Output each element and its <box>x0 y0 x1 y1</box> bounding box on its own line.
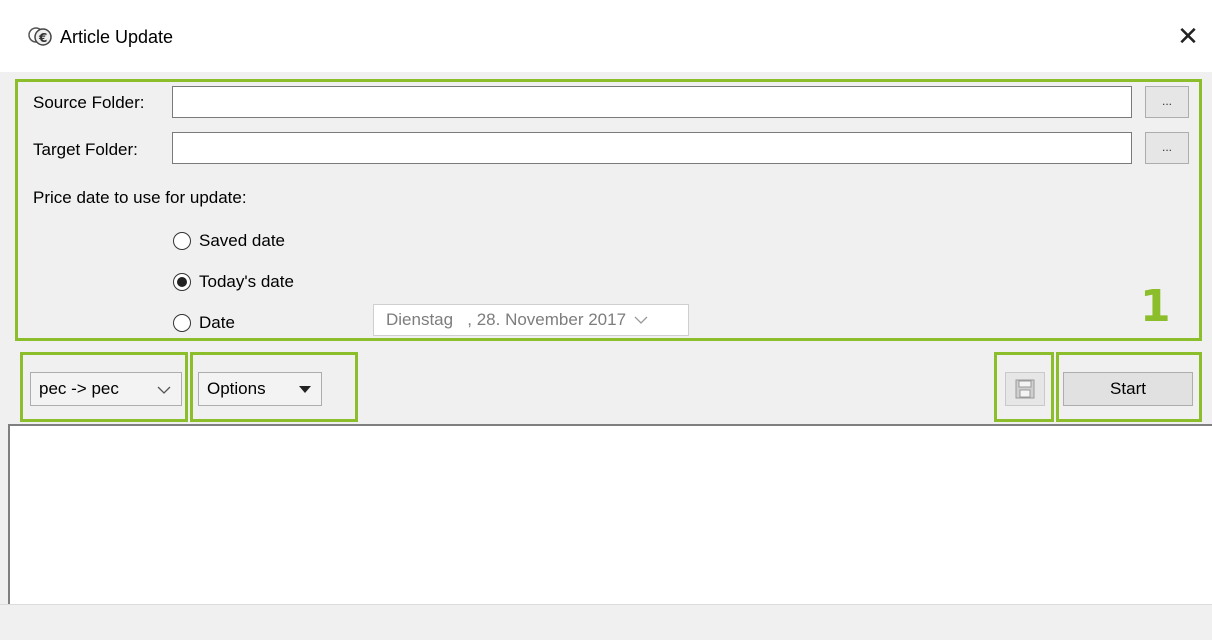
caret-down-icon <box>299 379 311 399</box>
save-button[interactable] <box>1005 372 1045 406</box>
options-label: Options <box>207 379 266 398</box>
radio-todays-date[interactable]: Today's date <box>173 272 294 292</box>
log-output-area[interactable] <box>8 424 1212 604</box>
source-browse-button[interactable]: ... <box>1145 86 1189 118</box>
chevron-down-icon <box>634 313 648 327</box>
annotation-number-1: 1 <box>1140 281 1171 332</box>
radio-button[interactable] <box>173 232 191 250</box>
date-picker[interactable]: Dienstag , 28. November 2017 <box>373 304 689 336</box>
target-folder-label: Target Folder: <box>33 140 138 159</box>
target-folder-input[interactable] <box>172 132 1132 164</box>
title-bar <box>0 0 1212 72</box>
chevron-down-icon <box>157 379 171 399</box>
radio-label: Today's date <box>199 272 294 291</box>
start-button[interactable]: Start <box>1063 372 1193 406</box>
annotation-box-1 <box>15 79 1202 341</box>
source-folder-input[interactable] <box>172 86 1132 118</box>
app-icon: € <box>28 27 52 46</box>
radio-saved-date[interactable]: Saved date <box>173 231 285 251</box>
mode-value: pec -> pec <box>39 379 119 398</box>
save-icon <box>1015 379 1035 399</box>
radio-button[interactable] <box>173 273 191 291</box>
close-icon[interactable]: ✕ <box>1172 20 1204 52</box>
start-label: Start <box>1110 379 1146 398</box>
radio-label: Date <box>199 313 235 332</box>
source-folder-label: Source Folder: <box>33 93 145 112</box>
radio-date[interactable]: Date <box>173 313 235 333</box>
status-bar <box>0 604 1212 640</box>
svg-text:€: € <box>38 31 47 45</box>
date-value: Dienstag , 28. November 2017 <box>386 310 627 329</box>
price-date-label: Price date to use for update: <box>33 188 247 207</box>
mode-select[interactable]: pec -> pec <box>30 372 182 406</box>
target-browse-button[interactable]: ... <box>1145 132 1189 164</box>
radio-button[interactable] <box>173 314 191 332</box>
window-title: Article Update <box>60 27 174 47</box>
options-dropdown[interactable]: Options <box>198 372 322 406</box>
radio-label: Saved date <box>199 231 286 250</box>
